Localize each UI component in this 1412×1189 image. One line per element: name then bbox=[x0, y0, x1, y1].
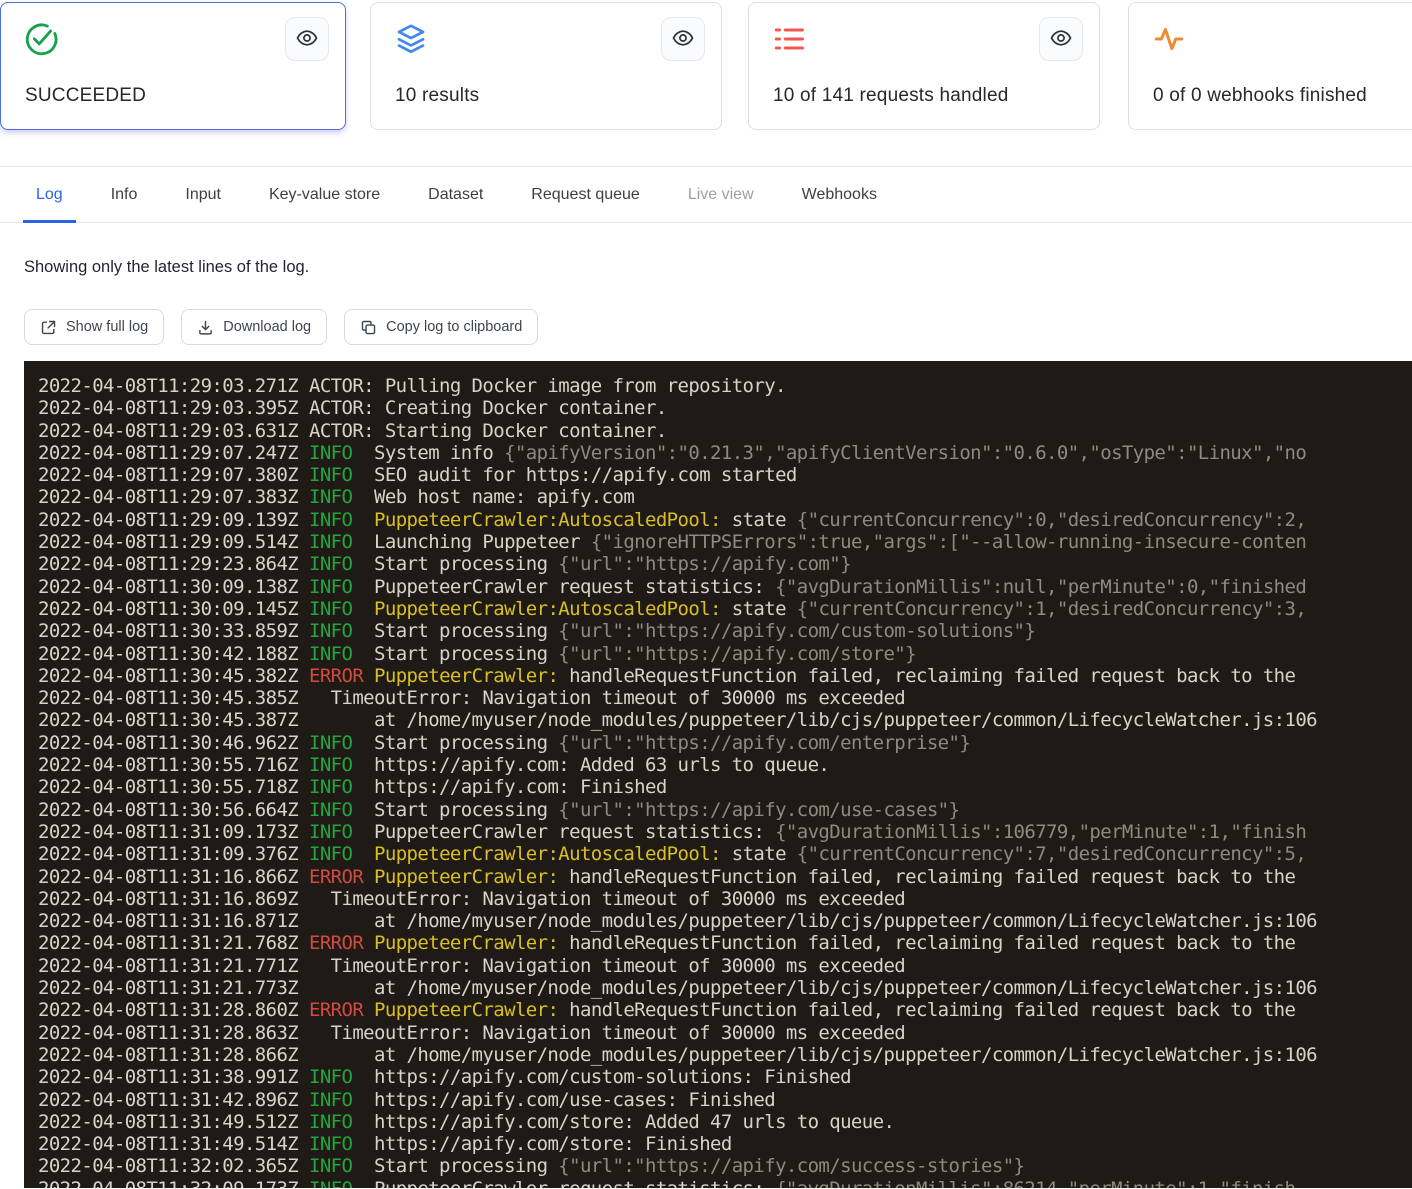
log-note: Showing only the latest lines of the log… bbox=[24, 258, 1412, 277]
log-line: 2022-04-08T11:30:55.718Z INFO https://ap… bbox=[38, 776, 1412, 798]
run-status-text: SUCCEEDED bbox=[25, 85, 146, 107]
layers-icon bbox=[393, 21, 429, 57]
log-line: 2022-04-08T11:30:33.859Z INFO Start proc… bbox=[38, 620, 1412, 642]
webhooks-finished-text: 0 of 0 webhooks finished bbox=[1153, 85, 1367, 107]
log-output-console[interactable]: 2022-04-08T11:29:03.271Z ACTOR: Pulling … bbox=[24, 361, 1412, 1188]
log-line: 2022-04-08T11:31:16.871Z at /home/myuser… bbox=[38, 910, 1412, 932]
log-line: 2022-04-08T11:29:07.247Z INFO System inf… bbox=[38, 442, 1412, 464]
log-line: 2022-04-08T11:31:21.773Z at /home/myuser… bbox=[38, 977, 1412, 999]
log-line: 2022-04-08T11:31:16.866Z ERROR Puppeteer… bbox=[38, 866, 1412, 888]
log-line: 2022-04-08T11:29:23.864Z INFO Start proc… bbox=[38, 553, 1412, 575]
run-tabs: Log Info Input Key-value store Dataset R… bbox=[0, 166, 1412, 223]
log-line: 2022-04-08T11:30:45.385Z TimeoutError: N… bbox=[38, 687, 1412, 709]
log-actions: Show full log Download log Copy log to c… bbox=[24, 309, 1412, 345]
tab-live-view: Live view bbox=[675, 167, 767, 222]
copy-icon bbox=[360, 319, 377, 336]
log-line: 2022-04-08T11:30:42.188Z INFO Start proc… bbox=[38, 643, 1412, 665]
watch-status-button[interactable] bbox=[285, 17, 329, 61]
log-line: 2022-04-08T11:29:09.139Z INFO PuppeteerC… bbox=[38, 509, 1412, 531]
log-line: 2022-04-08T11:31:16.869Z TimeoutError: N… bbox=[38, 888, 1412, 910]
log-line: 2022-04-08T11:29:07.380Z INFO SEO audit … bbox=[38, 464, 1412, 486]
log-line: 2022-04-08T11:29:07.383Z INFO Web host n… bbox=[38, 486, 1412, 508]
log-line: 2022-04-08T11:31:09.376Z INFO PuppeteerC… bbox=[38, 843, 1412, 865]
log-line: 2022-04-08T11:31:38.991Z INFO https://ap… bbox=[38, 1066, 1412, 1088]
pulse-icon bbox=[1151, 21, 1187, 57]
download-log-label: Download log bbox=[223, 319, 311, 335]
list-icon bbox=[771, 21, 807, 57]
tab-key-value-store[interactable]: Key-value store bbox=[256, 167, 393, 222]
tab-webhooks[interactable]: Webhooks bbox=[789, 167, 890, 222]
log-line: 2022-04-08T11:31:28.860Z ERROR Puppeteer… bbox=[38, 999, 1412, 1021]
tab-info[interactable]: Info bbox=[98, 167, 151, 222]
copy-log-button[interactable]: Copy log to clipboard bbox=[344, 309, 538, 345]
log-line: 2022-04-08T11:30:45.387Z at /home/myuser… bbox=[38, 709, 1412, 731]
log-line: 2022-04-08T11:30:45.382Z ERROR Puppeteer… bbox=[38, 665, 1412, 687]
tab-input[interactable]: Input bbox=[172, 167, 234, 222]
log-line: 2022-04-08T11:30:09.138Z INFO PuppeteerC… bbox=[38, 576, 1412, 598]
log-line: 2022-04-08T11:29:03.631Z ACTOR: Starting… bbox=[38, 420, 1412, 442]
tab-request-queue[interactable]: Request queue bbox=[518, 167, 653, 222]
log-line: 2022-04-08T11:31:42.896Z INFO https://ap… bbox=[38, 1089, 1412, 1111]
check-circle-icon bbox=[23, 21, 59, 57]
results-count-text: 10 results bbox=[395, 85, 479, 107]
external-link-icon bbox=[40, 319, 57, 336]
requests-handled-text: 10 of 141 requests handled bbox=[773, 85, 1009, 107]
show-full-log-button[interactable]: Show full log bbox=[24, 309, 164, 345]
log-line: 2022-04-08T11:31:28.866Z at /home/myuser… bbox=[38, 1044, 1412, 1066]
log-line: 2022-04-08T11:30:09.145Z INFO PuppeteerC… bbox=[38, 598, 1412, 620]
copy-log-label: Copy log to clipboard bbox=[386, 319, 522, 335]
log-line: 2022-04-08T11:31:21.768Z ERROR Puppeteer… bbox=[38, 932, 1412, 954]
tab-log[interactable]: Log bbox=[23, 167, 76, 222]
download-icon bbox=[197, 319, 214, 336]
log-line: 2022-04-08T11:30:46.962Z INFO Start proc… bbox=[38, 732, 1412, 754]
log-line: 2022-04-08T11:31:49.514Z INFO https://ap… bbox=[38, 1133, 1412, 1155]
eye-icon bbox=[671, 26, 695, 53]
log-line: 2022-04-08T11:29:09.514Z INFO Launching … bbox=[38, 531, 1412, 553]
run-status-cards: SUCCEEDED 10 results bbox=[0, 0, 1412, 166]
eye-icon bbox=[295, 26, 319, 53]
log-line: 2022-04-08T11:31:09.173Z INFO PuppeteerC… bbox=[38, 821, 1412, 843]
log-line: 2022-04-08T11:32:09.173Z INFO PuppeteerC… bbox=[38, 1178, 1412, 1188]
status-card-requests[interactable]: 10 of 141 requests handled bbox=[748, 2, 1100, 130]
watch-results-button[interactable] bbox=[661, 17, 705, 61]
log-line: 2022-04-08T11:30:56.664Z INFO Start proc… bbox=[38, 799, 1412, 821]
log-line: 2022-04-08T11:29:03.271Z ACTOR: Pulling … bbox=[38, 375, 1412, 397]
log-line: 2022-04-08T11:31:21.771Z TimeoutError: N… bbox=[38, 955, 1412, 977]
status-card-succeeded[interactable]: SUCCEEDED bbox=[0, 2, 346, 130]
log-line: 2022-04-08T11:30:55.716Z INFO https://ap… bbox=[38, 754, 1412, 776]
tab-dataset[interactable]: Dataset bbox=[415, 167, 496, 222]
status-card-webhooks[interactable]: 0 of 0 webhooks finished bbox=[1128, 2, 1412, 130]
watch-requests-button[interactable] bbox=[1039, 17, 1083, 61]
eye-icon bbox=[1049, 26, 1073, 53]
status-card-results[interactable]: 10 results bbox=[370, 2, 722, 130]
log-line: 2022-04-08T11:31:49.512Z INFO https://ap… bbox=[38, 1111, 1412, 1133]
log-line: 2022-04-08T11:29:03.395Z ACTOR: Creating… bbox=[38, 397, 1412, 419]
log-line: 2022-04-08T11:32:02.365Z INFO Start proc… bbox=[38, 1155, 1412, 1177]
log-line: 2022-04-08T11:31:28.863Z TimeoutError: N… bbox=[38, 1022, 1412, 1044]
show-full-log-label: Show full log bbox=[66, 319, 148, 335]
download-log-button[interactable]: Download log bbox=[181, 309, 327, 345]
